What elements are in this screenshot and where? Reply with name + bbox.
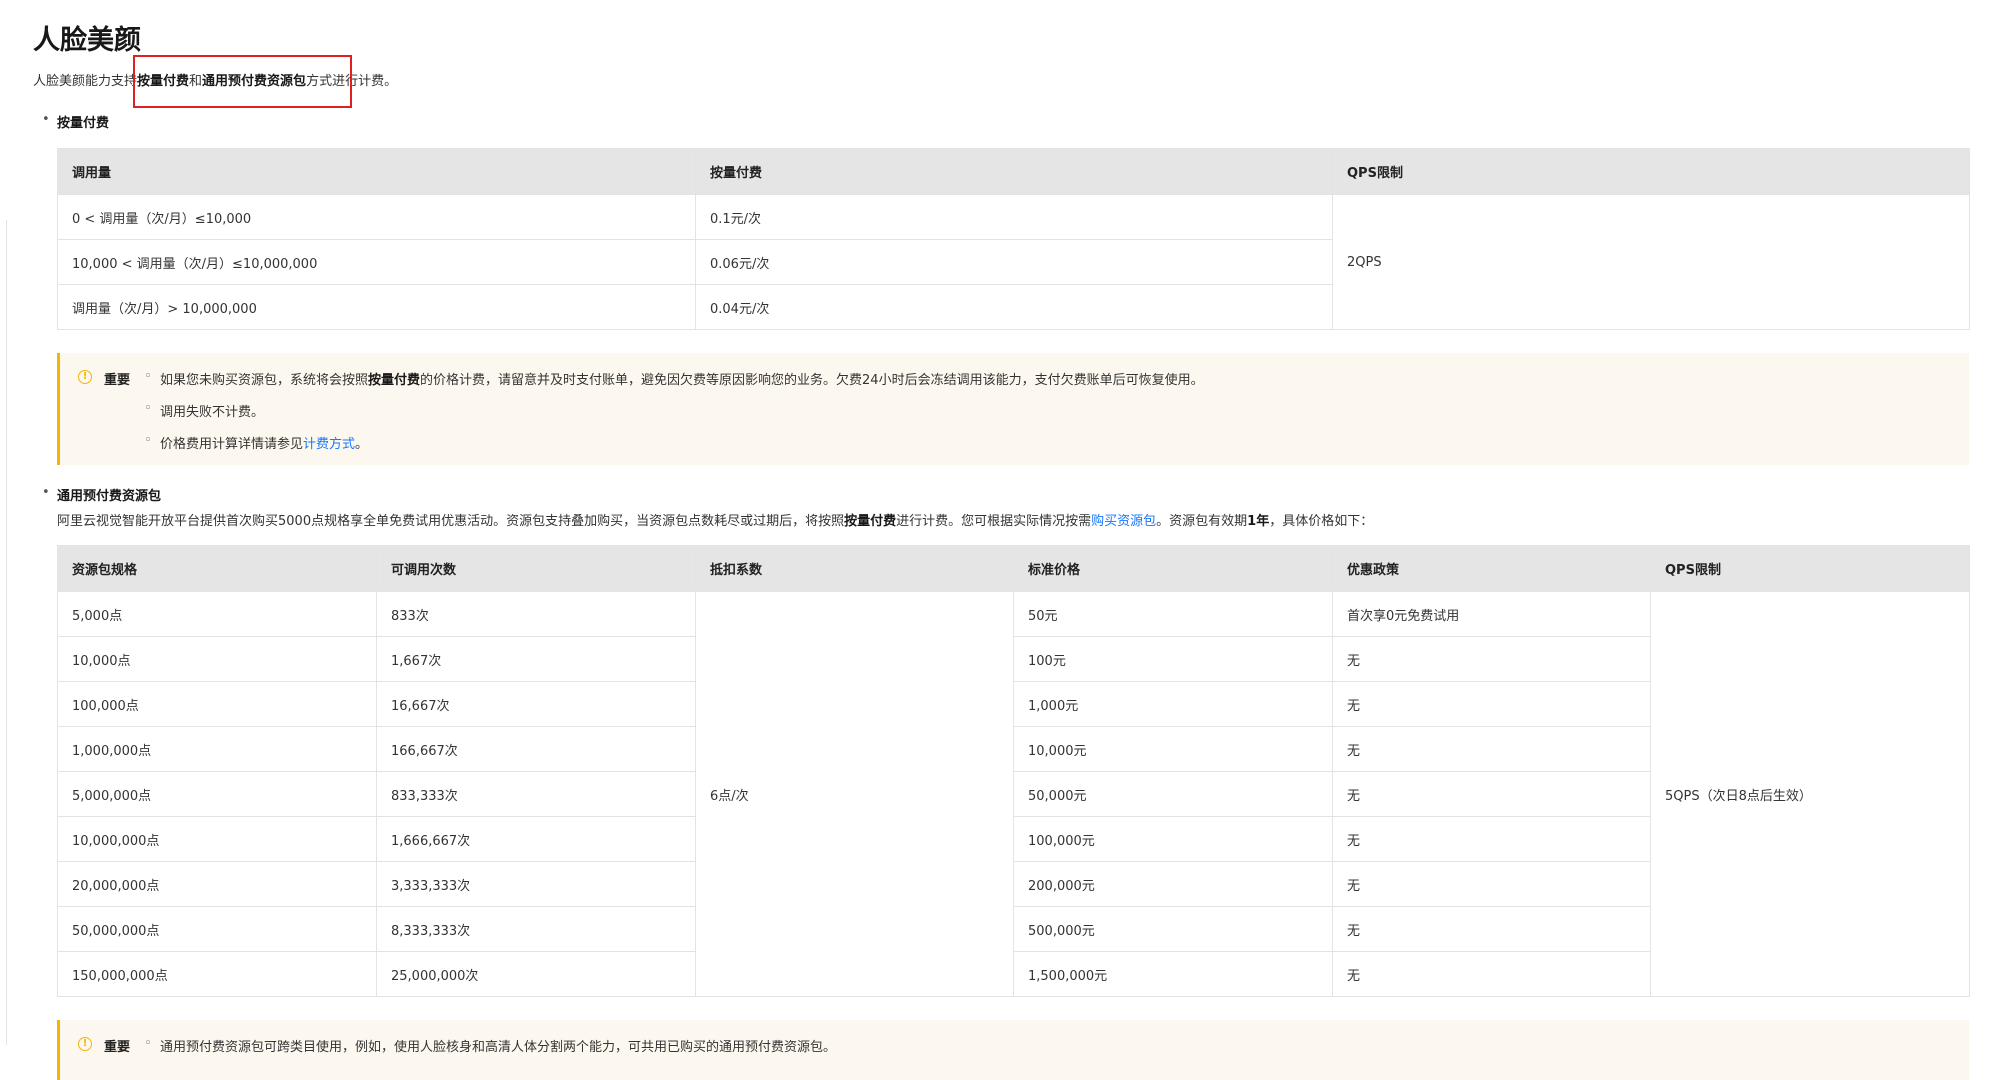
cell-standard-price: 10,000元 [1013, 726, 1333, 772]
buy-package-link[interactable]: 购买资源包 [1091, 514, 1156, 529]
prepaid-description: 阿里云视觉智能开放平台提供首次购买5000点规格享全单免费试用优惠活动。资源包支… [57, 510, 1373, 529]
red-highlight-box [133, 55, 352, 108]
cell-standard-price: 100元 [1013, 636, 1333, 682]
para-text: 阿里云视觉智能开放平台提供首次购买5000点规格享全单免费试用优惠活动。资源包支… [57, 514, 845, 529]
notice-item: 调用失败不计费。 [144, 401, 264, 420]
table-row: 0 < 调用量（次/月）≤10,000 0.1元/次 2QPS [57, 194, 1970, 330]
cell-qps: 2QPS [1332, 194, 1970, 330]
prepaid-package-table: 资源包规格 可调用次数 抵扣系数 标准价格 优惠政策 QPS限制 5,000点 … [57, 545, 1970, 997]
notice-text: 的价格计费，请留意并及时支付账单，避免因欠费等原因影响您的业务。欠费24小时后会… [420, 373, 1204, 388]
cell-price: 0.06元/次 [695, 239, 1333, 285]
left-border-line [6, 220, 7, 1045]
notice-item: 通用预付费资源包可跨类目使用，例如，使用人脸核身和高清人体分割两个能力，可共用已… [144, 1036, 836, 1055]
header-price: 按量付费 [695, 148, 1333, 195]
cell-count: 3,333,333次 [376, 861, 696, 907]
notice-item: 价格费用计算详情请参见计费方式。 [144, 433, 369, 452]
section-title-prepaid: 通用预付费资源包 [42, 485, 161, 504]
cell-spec: 5,000,000点 [57, 771, 377, 817]
cell-standard-price: 100,000元 [1013, 816, 1333, 862]
cell-spec: 100,000点 [57, 681, 377, 727]
para-text: 进行计费。您可根据实际情况按需 [896, 514, 1092, 529]
para-bold: 按量付费 [844, 514, 897, 529]
cell-spec: 50,000,000点 [57, 906, 377, 952]
cell-count: 166,667次 [376, 726, 696, 772]
info-icon: ! [78, 370, 92, 384]
table-header-row: 调用量 按量付费 QPS限制 [57, 148, 1970, 195]
cell-spec: 10,000点 [57, 636, 377, 682]
notice-label: 重要 [104, 1040, 131, 1055]
cell-policy: 无 [1332, 951, 1651, 997]
cell-usage: 调用量（次/月）> 10,000,000 [57, 284, 696, 330]
cell-standard-price: 50,000元 [1013, 771, 1333, 817]
cell-standard-price: 500,000元 [1013, 906, 1333, 952]
notice-label: 重要 [104, 373, 131, 388]
notice-bold: 按量付费 [368, 373, 421, 388]
cell-spec: 1,000,000点 [57, 726, 377, 772]
billing-method-link[interactable]: 计费方式 [303, 437, 355, 452]
cell-policy: 无 [1332, 906, 1651, 952]
cell-count: 8,333,333次 [376, 906, 696, 952]
header-policy: 优惠政策 [1332, 545, 1651, 592]
section-title-pay-as-you-go: 按量付费 [42, 112, 109, 131]
info-icon: ! [78, 1037, 92, 1051]
cell-standard-price: 1,500,000元 [1013, 951, 1333, 997]
cell-standard-price: 200,000元 [1013, 861, 1333, 907]
cell-count: 833次 [376, 591, 696, 637]
cell-policy: 无 [1332, 636, 1651, 682]
cell-spec: 5,000点 [57, 591, 377, 637]
notice-text: 价格费用计算详情请参见 [160, 437, 304, 452]
cell-policy: 无 [1332, 681, 1651, 727]
cell-standard-price: 50元 [1013, 591, 1333, 637]
cell-standard-price: 1,000元 [1013, 681, 1333, 727]
header-spec: 资源包规格 [57, 545, 377, 592]
cell-price: 0.1元/次 [695, 194, 1333, 240]
notice-item: 如果您未购买资源包，系统将会按照按量付费的价格计费，请留意并及时支付账单，避免因… [144, 369, 1204, 388]
notice-text: 如果您未购买资源包，系统将会按照 [160, 373, 369, 388]
cell-count: 16,667次 [376, 681, 696, 727]
header-qps: QPS限制 [1332, 148, 1970, 195]
cell-count: 25,000,000次 [376, 951, 696, 997]
header-usage: 调用量 [57, 148, 696, 195]
header-count: 可调用次数 [376, 545, 696, 592]
header-qps: QPS限制 [1650, 545, 1970, 592]
para-text: 。资源包有效期 [1156, 514, 1248, 529]
table-header-row: 资源包规格 可调用次数 抵扣系数 标准价格 优惠政策 QPS限制 [57, 545, 1970, 592]
cell-policy: 无 [1332, 816, 1651, 862]
cell-spec: 20,000,000点 [57, 861, 377, 907]
cell-deduction: 6点/次 [695, 591, 1014, 997]
important-notice-2: ! 重要 通用预付费资源包可跨类目使用，例如，使用人脸核身和高清人体分割两个能力… [57, 1020, 1969, 1080]
header-standard-price: 标准价格 [1013, 545, 1333, 592]
page-title: 人脸美颜 [33, 25, 141, 56]
intro-prefix: 人脸美颜能力支持 [33, 74, 138, 89]
cell-price: 0.04元/次 [695, 284, 1333, 330]
para-bold: 1年 [1247, 514, 1270, 529]
cell-count: 1,667次 [376, 636, 696, 682]
cell-count: 1,666,667次 [376, 816, 696, 862]
header-deduction: 抵扣系数 [695, 545, 1014, 592]
cell-policy: 无 [1332, 861, 1651, 907]
cell-spec: 150,000,000点 [57, 951, 377, 997]
cell-policy: 首次享0元免费试用 [1332, 591, 1651, 637]
cell-qps: 5QPS（次日8点后生效） [1650, 591, 1970, 997]
pay-as-you-go-table: 调用量 按量付费 QPS限制 0 < 调用量（次/月）≤10,000 0.1元/… [57, 148, 1970, 330]
cell-spec: 10,000,000点 [57, 816, 377, 862]
important-notice-1: ! 重要 如果您未购买资源包，系统将会按照按量付费的价格计费，请留意并及时支付账… [57, 353, 1969, 465]
notice-text: 。 [355, 437, 369, 452]
cell-count: 833,333次 [376, 771, 696, 817]
cell-policy: 无 [1332, 771, 1651, 817]
cell-policy: 无 [1332, 726, 1651, 772]
para-text: ，具体价格如下： [1269, 514, 1374, 529]
table-row: 5,000点 833次 6点/次 50元 首次享0元免费试用 5QPS（次日8点… [57, 591, 1970, 997]
cell-usage: 0 < 调用量（次/月）≤10,000 [57, 194, 696, 240]
cell-usage: 10,000 < 调用量（次/月）≤10,000,000 [57, 239, 696, 285]
